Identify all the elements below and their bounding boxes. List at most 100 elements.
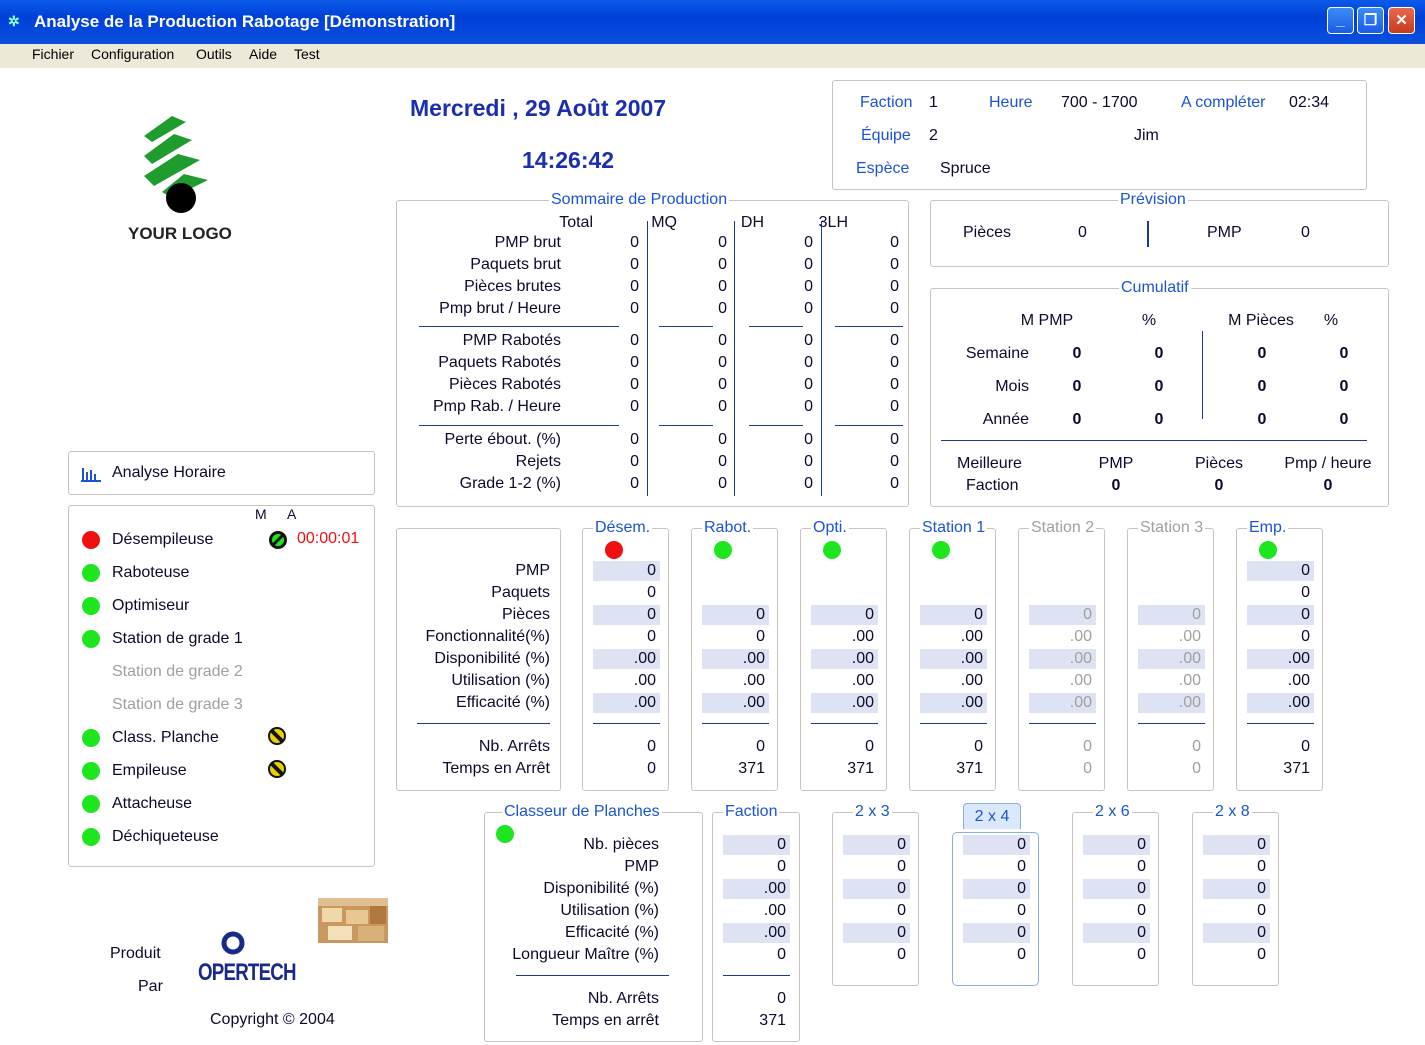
- cumulative-value: 0: [1257, 411, 1267, 428]
- cumulative-separator: [941, 440, 1367, 441]
- machine-status-icon: [605, 541, 623, 559]
- status-item-9[interactable]: Attacheuse: [112, 794, 192, 814]
- sorter-faction-value: 0: [777, 990, 786, 1007]
- menu-configuration[interactable]: Configuration: [91, 46, 174, 62]
- summary-value: 0: [804, 332, 813, 349]
- summary-col-divider: [734, 221, 735, 496]
- machine-value: 0: [756, 628, 765, 645]
- summary-value: 0: [718, 376, 727, 393]
- bar-chart-icon: [81, 468, 101, 482]
- current-time: 14:26:42: [522, 147, 615, 173]
- machine-panel-7: Emp. 0 0 0 0 .00 .00 .00 0 371: [1236, 518, 1323, 791]
- summary-value: 0: [630, 453, 639, 470]
- size-value: 0: [843, 879, 910, 899]
- machine-panel-title: Désem.: [593, 518, 653, 538]
- sorter-faction-value: .00: [723, 923, 790, 943]
- machine-value: 0: [920, 605, 987, 625]
- sorter-faction-value: .00: [763, 902, 786, 919]
- forecast-pmp-value: 0: [1301, 224, 1310, 241]
- cumulative-value: 0: [1072, 378, 1082, 395]
- summary-value: 0: [890, 398, 899, 415]
- restore-button[interactable]: ❐: [1357, 7, 1384, 34]
- close-button[interactable]: ✕: [1388, 7, 1415, 34]
- size-panel-2[interactable]: 0 0 0 0 0 0: [952, 832, 1039, 986]
- completer-value: 02:34: [1289, 94, 1330, 111]
- machine-panel-4: Station 1 0 .00 .00 .00 .00 0 371: [909, 518, 996, 791]
- best-value: 0: [1323, 477, 1333, 494]
- status-item-2[interactable]: Raboteuse: [112, 563, 189, 583]
- size-panel-title: 2 x 8: [1213, 802, 1252, 822]
- summary-value: 0: [890, 431, 899, 448]
- machine-value: .00: [1069, 628, 1092, 645]
- summary-value: 0: [630, 332, 639, 349]
- machine-separator: [1138, 723, 1205, 724]
- analyse-horaire-button[interactable]: Analyse Horaire: [68, 451, 375, 495]
- machine-value: 371: [847, 760, 874, 777]
- company-logo-icon: [144, 116, 208, 213]
- menu-fichier[interactable]: Fichier: [32, 46, 74, 62]
- summary-value: 0: [804, 278, 813, 295]
- menu-bar: Fichier Configuration Outils Aide Test: [0, 44, 1425, 68]
- opertech-brand: OPERTECH: [198, 959, 297, 986]
- status-indicator-icon: [82, 729, 100, 747]
- summary-value: 0: [630, 278, 639, 295]
- machine-panel-6: Station 3 0 .00 .00 .00 .00 0 0: [1127, 518, 1214, 791]
- sorter-faction-value: 0: [777, 946, 786, 963]
- size-panel-4[interactable]: 2 x 8 0 0 0 0 0 0: [1192, 802, 1279, 986]
- minimize-button[interactable]: _: [1327, 7, 1354, 34]
- summary-col-header: MQ: [651, 214, 677, 231]
- machine-panel-title: Station 2: [1029, 518, 1097, 538]
- status-item-3[interactable]: Optimiseur: [112, 596, 189, 616]
- summary-col-header: DH: [740, 214, 764, 231]
- size-panel-3[interactable]: 2 x 6 0 0 0 0 0 0: [1072, 802, 1159, 986]
- size-value: 0: [1257, 858, 1266, 875]
- app-icon: ✲: [8, 13, 20, 29]
- completer-label: A compléter: [1181, 94, 1266, 111]
- machine-value: .00: [920, 693, 987, 713]
- summary-section-line: [659, 326, 713, 327]
- machine-value: .00: [593, 649, 660, 669]
- menu-test[interactable]: Test: [294, 46, 320, 62]
- machine-panel-title: Rabot.: [702, 518, 754, 538]
- machine-value: 0: [865, 738, 874, 755]
- status-item-8[interactable]: Empileuse: [112, 761, 187, 781]
- cumulative-value: 0: [1072, 411, 1082, 428]
- summary-col-header: 3LH: [818, 214, 848, 231]
- status-item-1[interactable]: Désempileuse: [112, 530, 213, 550]
- cumulative-value: 0: [1154, 378, 1164, 395]
- size-value: 0: [843, 923, 910, 943]
- menu-aide[interactable]: Aide: [249, 46, 277, 62]
- summary-value: 0: [890, 475, 899, 492]
- machine-status-icon: [714, 541, 732, 559]
- cumulative-value: 0: [1339, 411, 1349, 428]
- summary-value: 0: [804, 431, 813, 448]
- summary-row-label: Rejets: [515, 453, 561, 470]
- summary-value: 0: [890, 234, 899, 251]
- size-panel-1[interactable]: 2 x 3 0 0 0 0 0 0: [832, 802, 919, 986]
- machine-value: 0: [593, 605, 660, 625]
- size-panel-title: 2 x 6: [1093, 802, 1132, 822]
- machine-separator: [702, 723, 769, 724]
- equipe-value: 2: [929, 127, 938, 144]
- status-indicator-icon: [82, 795, 100, 813]
- status-item-7[interactable]: Class. Planche: [112, 728, 219, 748]
- menu-outils[interactable]: Outils: [196, 46, 232, 62]
- shift-info-panel: Faction 1 Heure 700 - 1700 A compléter 0…: [832, 80, 1367, 190]
- sorter-faction-title: Faction: [723, 802, 780, 822]
- equipment-status-panel: M A 00:00:01 Désempileuse Raboteuse Optimi…: [68, 505, 375, 867]
- summary-value: 0: [804, 234, 813, 251]
- cumulative-panel: Cumulatif M PMP% M Pièces% Semaine 0 0 0 0 Mois…: [930, 278, 1389, 507]
- auto-column-label: A: [287, 506, 297, 522]
- summary-row-label: PMP Rabotés: [462, 332, 561, 349]
- machine-value: .00: [633, 672, 656, 689]
- machine-value: .00: [702, 693, 769, 713]
- summary-value: 0: [804, 398, 813, 415]
- sorter-metric-label: Utilisation (%): [560, 902, 659, 919]
- status-item-10[interactable]: Déchiqueteuse: [112, 827, 219, 847]
- machine-value: .00: [1029, 693, 1096, 713]
- status-item-4[interactable]: Station de grade 1: [112, 629, 243, 649]
- sorter-metric-label: Nb. pièces: [583, 836, 659, 853]
- status-indicator-icon: [82, 762, 100, 780]
- size-tab-active[interactable]: 2 x 4: [963, 803, 1021, 829]
- cumulative-value: 0: [1257, 378, 1267, 395]
